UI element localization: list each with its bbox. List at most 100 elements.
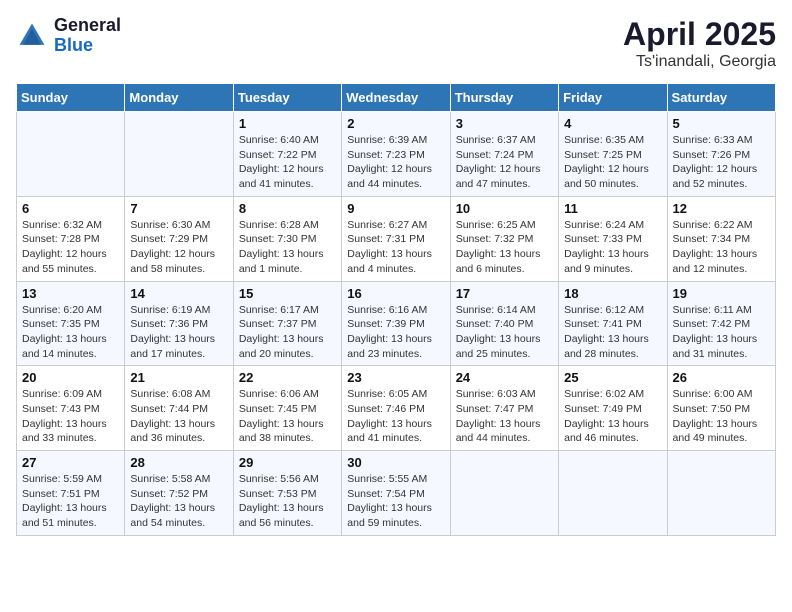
page-header: General Blue April 2025 Ts'inandali, Geo…	[16, 16, 776, 71]
day-info: Sunrise: 5:58 AMSunset: 7:52 PMDaylight:…	[130, 472, 227, 531]
calendar-cell: 1 Sunrise: 6:40 AMSunset: 7:22 PMDaylight…	[233, 112, 341, 197]
day-number: 25	[564, 370, 661, 385]
day-info: Sunrise: 6:22 AMSunset: 7:34 PMDaylight:…	[673, 218, 770, 277]
header-day-tuesday: Tuesday	[233, 84, 341, 112]
day-number: 21	[130, 370, 227, 385]
calendar-week-4: 20Sunrise: 6:09 AMSunset: 7:43 PMDayligh…	[17, 366, 776, 451]
day-info: Sunrise: 6:37 AMSunset: 7:24 PMDaylight:…	[456, 133, 553, 192]
day-info: Sunrise: 6:17 AMSunset: 7:37 PMDaylight:…	[239, 303, 336, 362]
calendar-cell: 18 Sunrise: 6:12 AMSunset: 7:41 PMDayligh…	[559, 281, 667, 366]
day-number: 27	[22, 455, 119, 470]
day-info: Sunrise: 6:27 AMSunset: 7:31 PMDaylight:…	[347, 218, 444, 277]
calendar-cell	[450, 451, 558, 536]
calendar-cell: 12 Sunrise: 6:22 AMSunset: 7:34 PMDayligh…	[667, 196, 775, 281]
day-info: Sunrise: 6:08 AMSunset: 7:44 PMDaylight:…	[130, 387, 227, 446]
logo-text: General Blue	[54, 16, 121, 56]
calendar-cell: 25 Sunrise: 6:02 AMSunset: 7:49 PMDayligh…	[559, 366, 667, 451]
day-info: Sunrise: 6:35 AMSunset: 7:25 PMDaylight:…	[564, 133, 661, 192]
day-number: 15	[239, 286, 336, 301]
day-info: Sunrise: 6:09 AMSunset: 7:43 PMDaylight:…	[22, 387, 119, 446]
day-number: 24	[456, 370, 553, 385]
calendar-cell: 16 Sunrise: 6:16 AMSunset: 7:39 PMDayligh…	[342, 281, 450, 366]
logo-general: General	[54, 16, 121, 36]
calendar-week-5: 27Sunrise: 5:59 AMSunset: 7:51 PMDayligh…	[17, 451, 776, 536]
day-number: 10	[456, 201, 553, 216]
calendar-cell: 27Sunrise: 5:59 AMSunset: 7:51 PMDayligh…	[17, 451, 125, 536]
day-info: Sunrise: 6:16 AMSunset: 7:39 PMDaylight:…	[347, 303, 444, 362]
calendar-cell	[667, 451, 775, 536]
day-info: Sunrise: 6:06 AMSunset: 7:45 PMDaylight:…	[239, 387, 336, 446]
day-info: Sunrise: 6:00 AMSunset: 7:50 PMDaylight:…	[673, 387, 770, 446]
calendar-cell: 11 Sunrise: 6:24 AMSunset: 7:33 PMDayligh…	[559, 196, 667, 281]
day-number: 19	[673, 286, 770, 301]
header-day-wednesday: Wednesday	[342, 84, 450, 112]
day-info: Sunrise: 6:32 AMSunset: 7:28 PMDaylight:…	[22, 218, 119, 277]
day-info: Sunrise: 6:11 AMSunset: 7:42 PMDaylight:…	[673, 303, 770, 362]
day-number: 30	[347, 455, 444, 470]
logo-icon	[16, 20, 48, 52]
day-number: 22	[239, 370, 336, 385]
logo-blue: Blue	[54, 36, 121, 56]
title-block: April 2025 Ts'inandali, Georgia	[623, 16, 776, 71]
day-number: 2	[347, 116, 444, 131]
day-info: Sunrise: 6:03 AMSunset: 7:47 PMDaylight:…	[456, 387, 553, 446]
calendar-cell: 9 Sunrise: 6:27 AMSunset: 7:31 PMDaylight…	[342, 196, 450, 281]
calendar-cell: 28 Sunrise: 5:58 AMSunset: 7:52 PMDayligh…	[125, 451, 233, 536]
calendar-week-2: 6 Sunrise: 6:32 AMSunset: 7:28 PMDaylight…	[17, 196, 776, 281]
day-info: Sunrise: 6:19 AMSunset: 7:36 PMDaylight:…	[130, 303, 227, 362]
calendar-cell: 7 Sunrise: 6:30 AMSunset: 7:29 PMDaylight…	[125, 196, 233, 281]
day-info: Sunrise: 6:24 AMSunset: 7:33 PMDaylight:…	[564, 218, 661, 277]
day-info: Sunrise: 6:40 AMSunset: 7:22 PMDaylight:…	[239, 133, 336, 192]
calendar-cell: 15 Sunrise: 6:17 AMSunset: 7:37 PMDayligh…	[233, 281, 341, 366]
day-number: 14	[130, 286, 227, 301]
calendar-cell: 6 Sunrise: 6:32 AMSunset: 7:28 PMDaylight…	[17, 196, 125, 281]
calendar-cell: 24 Sunrise: 6:03 AMSunset: 7:47 PMDayligh…	[450, 366, 558, 451]
day-info: Sunrise: 6:14 AMSunset: 7:40 PMDaylight:…	[456, 303, 553, 362]
day-info: Sunrise: 6:28 AMSunset: 7:30 PMDaylight:…	[239, 218, 336, 277]
day-number: 8	[239, 201, 336, 216]
day-number: 4	[564, 116, 661, 131]
calendar-cell: 2Sunrise: 6:39 AMSunset: 7:23 PMDaylight…	[342, 112, 450, 197]
day-info: Sunrise: 6:02 AMSunset: 7:49 PMDaylight:…	[564, 387, 661, 446]
day-number: 16	[347, 286, 444, 301]
day-number: 7	[130, 201, 227, 216]
day-number: 13	[22, 286, 119, 301]
header-day-saturday: Saturday	[667, 84, 775, 112]
calendar-cell: 5Sunrise: 6:33 AMSunset: 7:26 PMDaylight…	[667, 112, 775, 197]
day-number: 23	[347, 370, 444, 385]
calendar-cell: 22 Sunrise: 6:06 AMSunset: 7:45 PMDayligh…	[233, 366, 341, 451]
calendar-cell: 19 Sunrise: 6:11 AMSunset: 7:42 PMDayligh…	[667, 281, 775, 366]
header-day-friday: Friday	[559, 84, 667, 112]
day-number: 26	[673, 370, 770, 385]
calendar-cell: 23Sunrise: 6:05 AMSunset: 7:46 PMDayligh…	[342, 366, 450, 451]
day-number: 18	[564, 286, 661, 301]
calendar-cell: 3Sunrise: 6:37 AMSunset: 7:24 PMDaylight…	[450, 112, 558, 197]
day-info: Sunrise: 6:25 AMSunset: 7:32 PMDaylight:…	[456, 218, 553, 277]
calendar-cell: 26 Sunrise: 6:00 AMSunset: 7:50 PMDayligh…	[667, 366, 775, 451]
day-number: 6	[22, 201, 119, 216]
day-info: Sunrise: 5:55 AMSunset: 7:54 PMDaylight:…	[347, 472, 444, 531]
day-number: 5	[673, 116, 770, 131]
day-number: 11	[564, 201, 661, 216]
day-number: 28	[130, 455, 227, 470]
calendar-cell: 17Sunrise: 6:14 AMSunset: 7:40 PMDayligh…	[450, 281, 558, 366]
calendar-cell: 30 Sunrise: 5:55 AMSunset: 7:54 PMDayligh…	[342, 451, 450, 536]
main-title: April 2025	[623, 16, 776, 53]
calendar-cell: 13Sunrise: 6:20 AMSunset: 7:35 PMDayligh…	[17, 281, 125, 366]
calendar-cell: 8 Sunrise: 6:28 AMSunset: 7:30 PMDaylight…	[233, 196, 341, 281]
day-info: Sunrise: 5:56 AMSunset: 7:53 PMDaylight:…	[239, 472, 336, 531]
day-info: Sunrise: 6:12 AMSunset: 7:41 PMDaylight:…	[564, 303, 661, 362]
header-day-thursday: Thursday	[450, 84, 558, 112]
calendar-header: SundayMondayTuesdayWednesdayThursdayFrid…	[17, 84, 776, 112]
day-number: 9	[347, 201, 444, 216]
header-row: SundayMondayTuesdayWednesdayThursdayFrid…	[17, 84, 776, 112]
calendar-week-3: 13Sunrise: 6:20 AMSunset: 7:35 PMDayligh…	[17, 281, 776, 366]
day-info: Sunrise: 6:30 AMSunset: 7:29 PMDaylight:…	[130, 218, 227, 277]
calendar-cell	[17, 112, 125, 197]
logo: General Blue	[16, 16, 121, 56]
day-number: 29	[239, 455, 336, 470]
header-day-sunday: Sunday	[17, 84, 125, 112]
day-number: 1	[239, 116, 336, 131]
calendar-cell: 4 Sunrise: 6:35 AMSunset: 7:25 PMDaylight…	[559, 112, 667, 197]
day-number: 12	[673, 201, 770, 216]
